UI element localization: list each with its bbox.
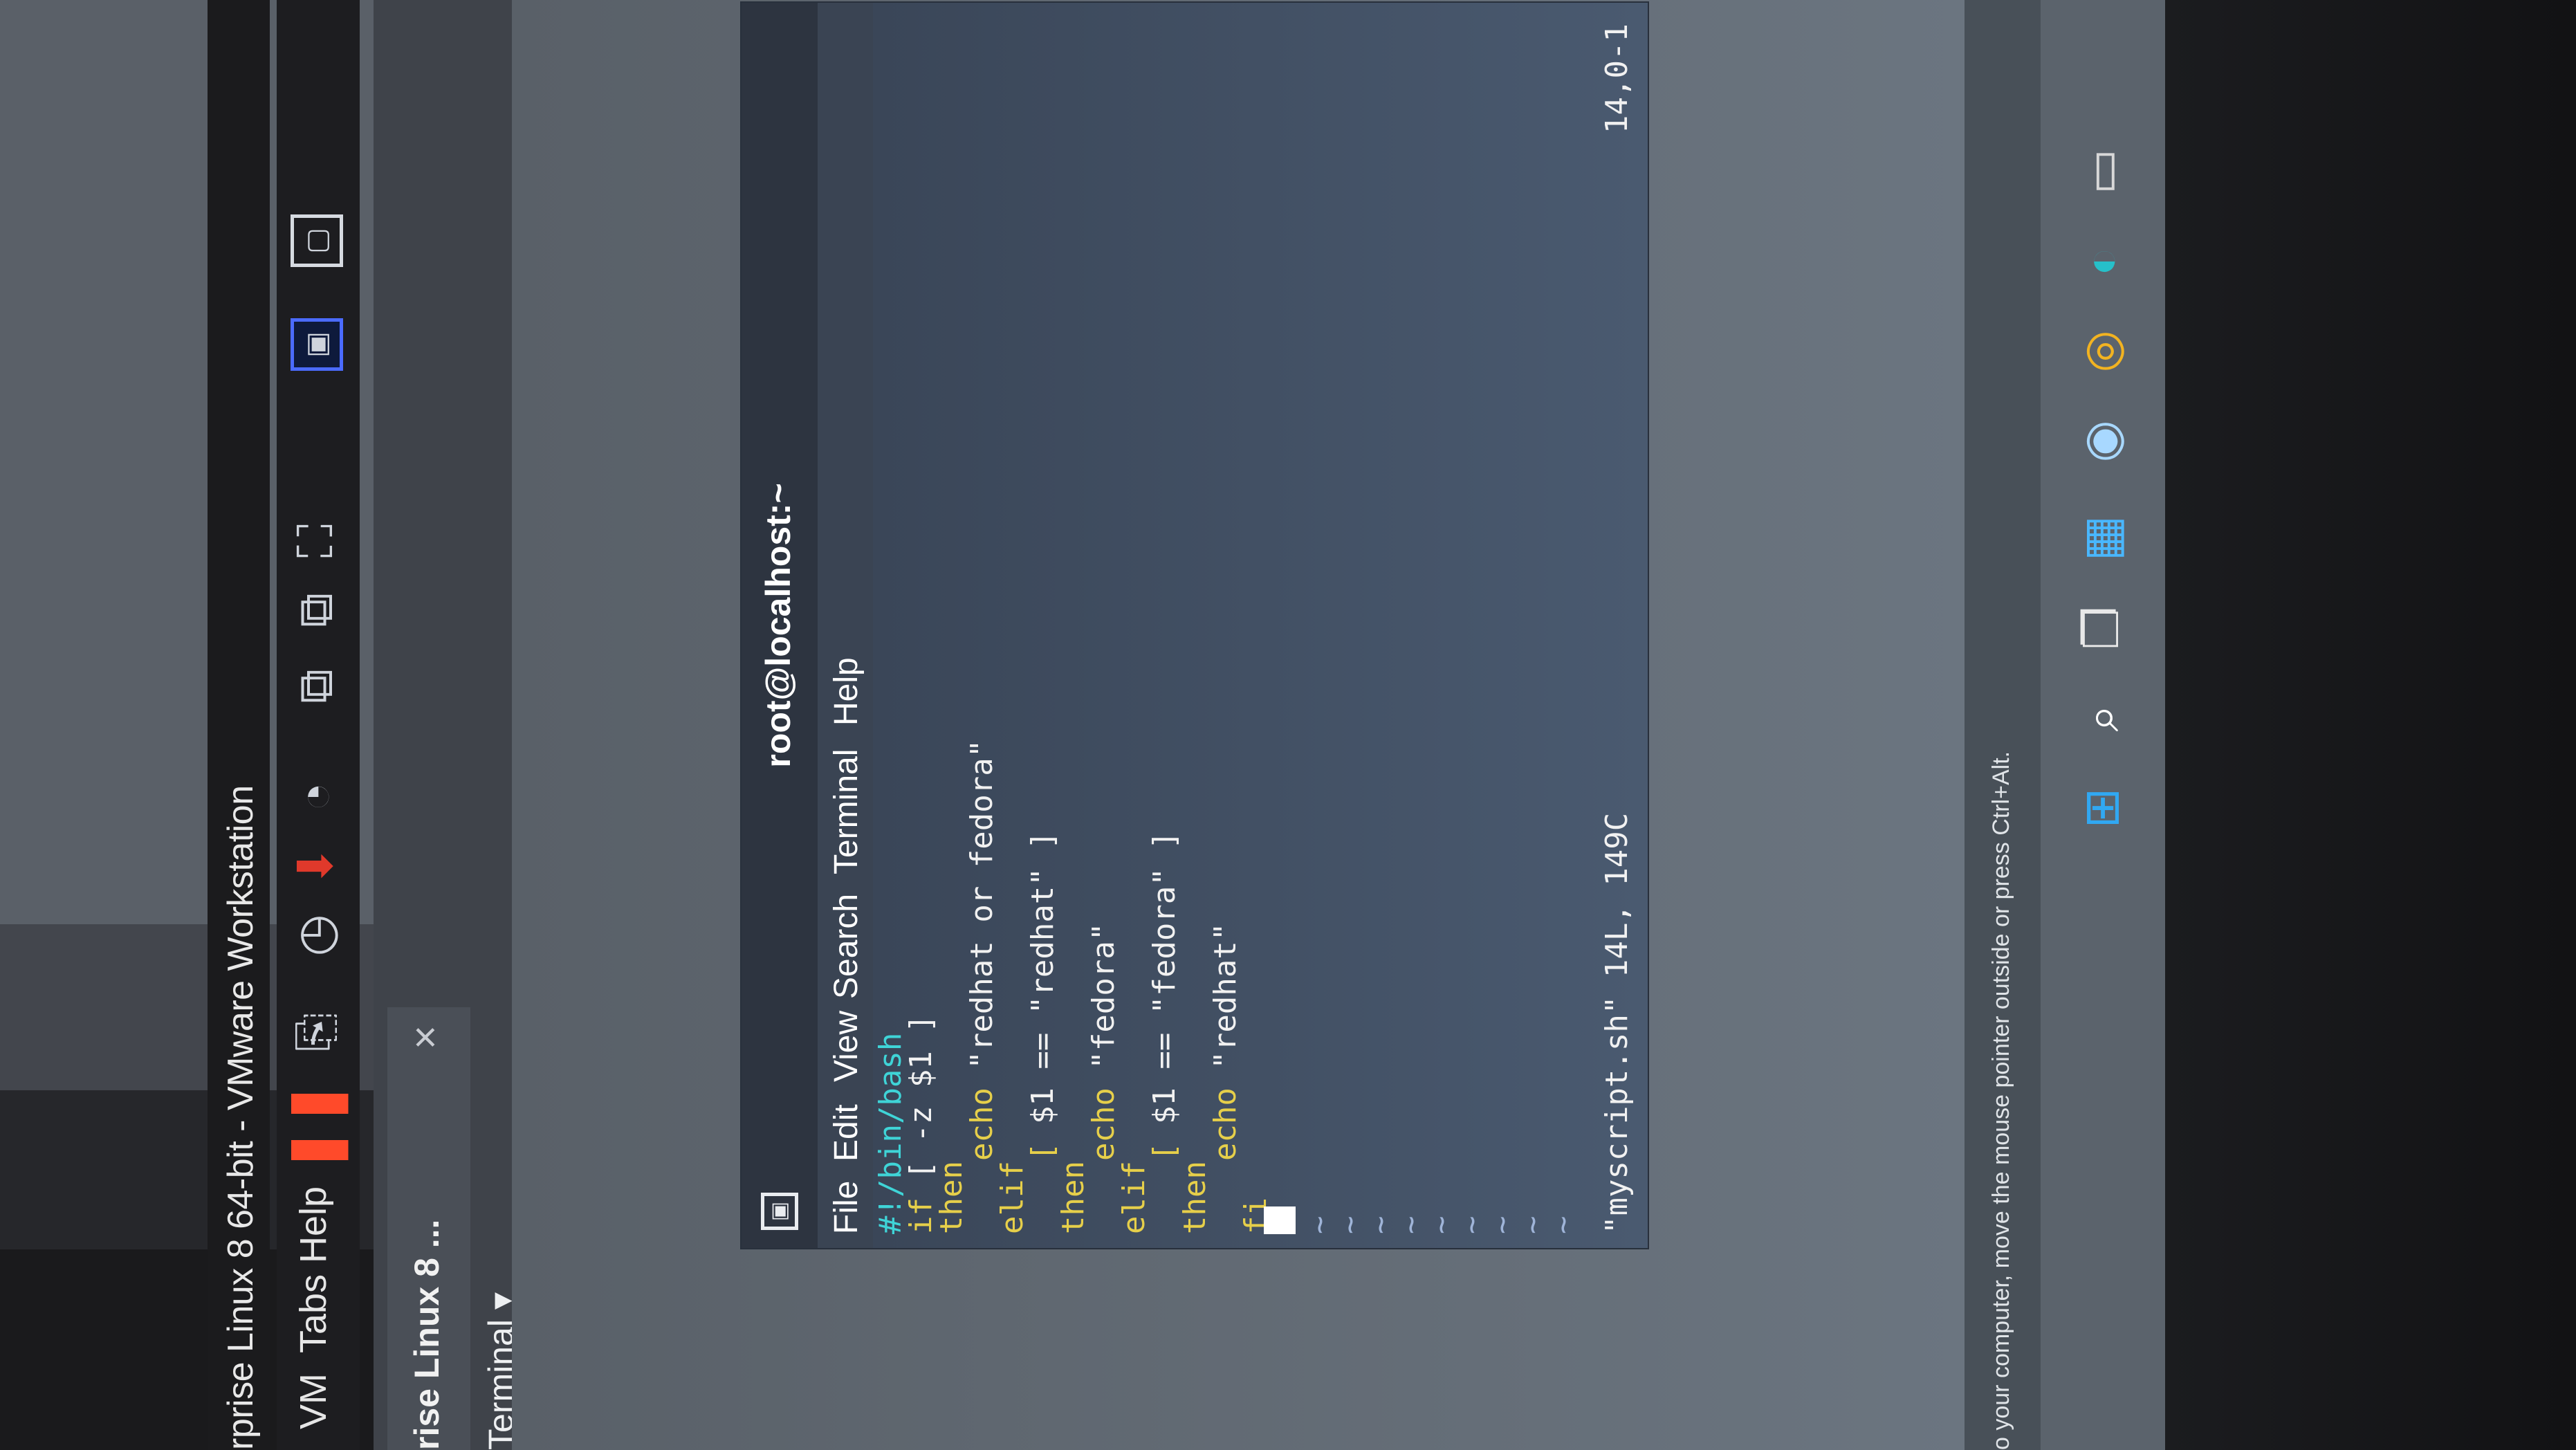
input-grab-hint: o your computer, move the mouse pointer …: [1988, 751, 2014, 1450]
vmware-toolbar: VM Tabs Help ❚❚ ⎘ ◷ ⬇ ◔ ⧉ ⧉ ⛶ ▣ ▢: [277, 0, 360, 1450]
task-view-icon[interactable]: ❐: [2068, 595, 2135, 661]
vmware-tab-strip: rise Linux 8 ... × Terminal ▾: [374, 0, 520, 1450]
chrome-icon[interactable]: ◎: [2068, 318, 2135, 385]
vmware-input-notice-bar: o your computer, move the mouse pointer …: [1965, 0, 2041, 1450]
widgets-icon[interactable]: ▦: [2068, 505, 2135, 571]
manage-snapshots-icon[interactable]: ◔: [285, 767, 346, 827]
photographed-screen: rprise Linux 8 64-bit - VMware Workstati…: [0, 0, 2576, 1450]
chat-icon[interactable]: ◉: [2068, 408, 2135, 475]
vm-tab[interactable]: rise Linux 8 ... ×: [387, 1007, 470, 1450]
vm-tab-label: rise Linux 8 ...: [407, 1219, 446, 1450]
vim-cursor-position: 14,0-1: [1599, 24, 1635, 134]
windows-taskbar: ⊞ ⌕ ❐ ▦ ◉ ◎ ◐ ▭: [2041, 0, 2165, 1450]
code-line: echo "redhat": [1208, 922, 1243, 1234]
menu-search[interactable]: Search: [827, 894, 865, 999]
terminal-title: root@localhost:~: [759, 483, 798, 768]
unity-view-icon[interactable]: ▣: [291, 318, 343, 371]
revert-snapshot-icon[interactable]: ⬇: [285, 836, 346, 897]
menu-view[interactable]: View: [827, 1011, 865, 1082]
terminal-window[interactable]: ▣ root@localhost:~ File Edit View Search…: [740, 1, 1649, 1249]
menu-file[interactable]: File: [827, 1181, 865, 1234]
windows-start-icon[interactable]: ⊞: [2068, 775, 2135, 841]
snapshot-icon[interactable]: ◷: [285, 905, 346, 966]
code-line: echo "redhat or fedora": [964, 739, 1000, 1234]
menu-edit[interactable]: Edit: [827, 1104, 865, 1162]
terminal-title-bar[interactable]: ▣ root@localhost:~: [742, 3, 818, 1248]
store-icon[interactable]: ▭: [2068, 138, 2135, 205]
vim-editor-buffer[interactable]: #!/bin/bash if [ -z $1 ] then echo "redh…: [873, 3, 1648, 1248]
empty-line-marker: ~: [1545, 1215, 1581, 1235]
terminal-menubar: File Edit View Search Terminal Help: [818, 3, 873, 1248]
send-ctrl-alt-del-icon[interactable]: ⎘: [285, 1002, 346, 1063]
fullscreen-icon[interactable]: ⛶: [285, 511, 346, 571]
vim-status-file: "myscript.sh" 14L, 149C: [1599, 812, 1635, 1234]
stretch-guest-icon[interactable]: ▢: [291, 214, 343, 267]
monitor-bezel: [2165, 0, 2576, 1450]
split-view-icon[interactable]: ⧉: [285, 580, 346, 641]
vmware-title-bar: rprise Linux 8 64-bit - VMware Workstati…: [208, 0, 270, 1450]
menu-tabs[interactable]: Tabs: [292, 1274, 335, 1353]
single-window-view-icon[interactable]: ⧉: [285, 656, 346, 717]
search-icon[interactable]: ⌕: [2068, 685, 2135, 751]
text-cursor: [1264, 1206, 1296, 1234]
window-title: rprise Linux 8 64-bit - VMware Workstati…: [221, 785, 261, 1450]
menu-help[interactable]: Help: [292, 1186, 335, 1263]
menu-terminal[interactable]: Terminal: [827, 749, 865, 874]
close-icon[interactable]: ×: [401, 1025, 449, 1049]
pause-icon[interactable]: ❚❚: [284, 1081, 346, 1173]
menu-help[interactable]: Help: [827, 657, 865, 726]
edge-icon[interactable]: ◐: [2068, 228, 2135, 295]
menu-vm[interactable]: VM: [292, 1373, 335, 1429]
